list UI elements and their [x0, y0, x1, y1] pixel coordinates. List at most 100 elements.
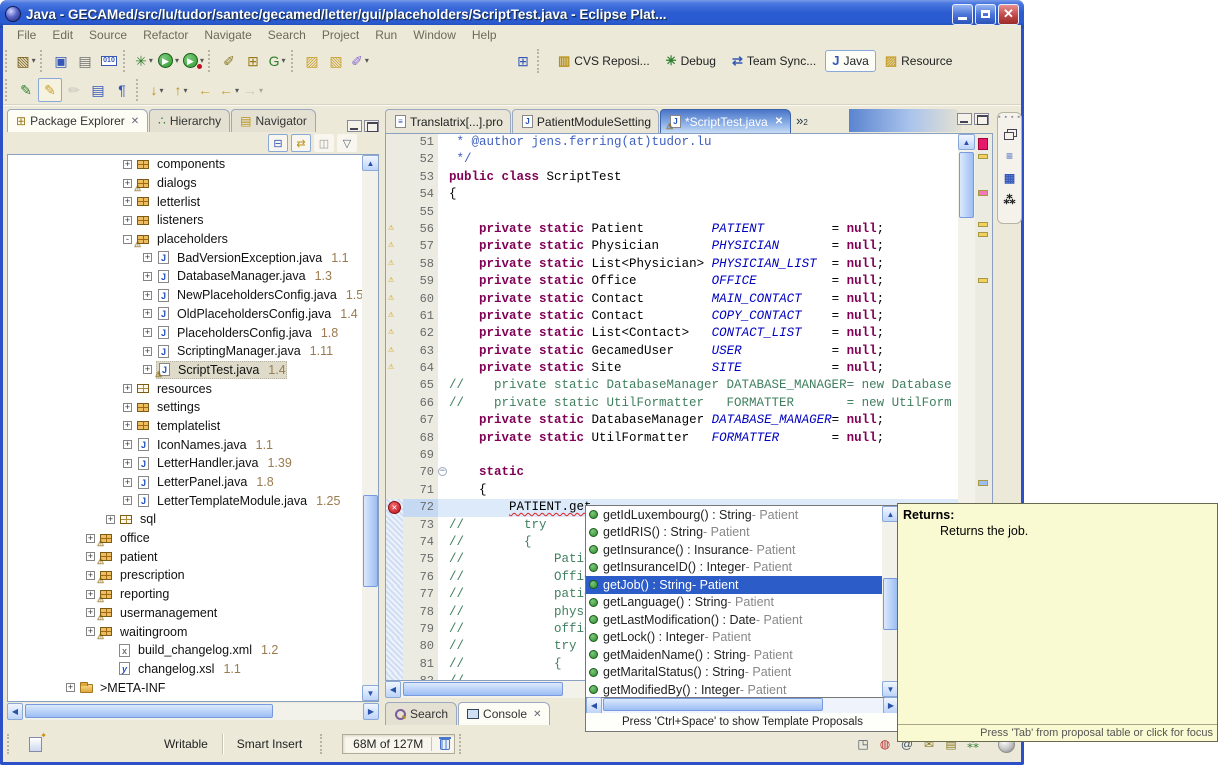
next-annotation-button[interactable]: ↓▾ — [145, 78, 169, 102]
warning-gutter-icon[interactable]: ⚠ — [388, 258, 394, 270]
proposal-getModifiedBy[interactable]: getModifiedBy() : Integer - Patient — [586, 681, 899, 698]
collapse-icon[interactable]: - — [123, 235, 132, 244]
close-button[interactable]: ✕ — [998, 4, 1019, 25]
tree-item-office[interactable]: +⚠office — [8, 529, 378, 548]
editor-tab-scripttest[interactable]: J⚠*ScriptTest.java✕ — [660, 109, 791, 133]
tab-search[interactable]: Search — [385, 702, 457, 725]
collapse-all-button[interactable]: ⊟ — [268, 134, 288, 152]
expand-icon[interactable]: + — [123, 384, 132, 393]
menu-navigate[interactable]: Navigate — [196, 26, 259, 44]
scroll-thumb[interactable] — [883, 578, 898, 630]
perspective-team[interactable]: ⇄Team Sync... — [725, 50, 823, 72]
new-wizard-button[interactable]: ▧▾ — [14, 49, 38, 73]
tree-item-reporting[interactable]: +⚠reporting — [8, 585, 378, 604]
run-button[interactable]: ▶▾ — [156, 49, 181, 73]
restore-tray-icon[interactable]: ◳ — [854, 735, 872, 753]
expand-icon[interactable]: + — [123, 160, 132, 169]
expand-icon[interactable]: + — [143, 347, 152, 356]
fast-view-pin-icon[interactable] — [29, 737, 42, 752]
last-edit-button[interactable]: ✎ — [14, 78, 38, 102]
expand-icon[interactable]: + — [123, 440, 132, 449]
problem-badge-icon[interactable]: ◍ — [876, 735, 894, 753]
proposal-getJob[interactable]: getJob() : String - Patient — [586, 576, 899, 594]
warning-gutter-icon[interactable]: ⚠ — [388, 327, 394, 339]
minimize-view-button[interactable] — [957, 113, 972, 125]
expand-icon[interactable]: + — [143, 253, 152, 262]
scroll-left-button[interactable]: ◀ — [385, 681, 401, 698]
show-source-button[interactable]: ▤ — [86, 78, 110, 102]
tab-console[interactable]: Console✕ — [458, 702, 550, 725]
tree-item-patient[interactable]: +⚠patient — [8, 547, 378, 566]
menu-source[interactable]: Source — [81, 26, 135, 44]
tree-item-iconnames-java[interactable]: +JIconNames.java1.1 — [8, 435, 378, 454]
expand-icon[interactable]: + — [86, 552, 95, 561]
warning-gutter-icon[interactable]: ⚠ — [388, 240, 394, 252]
close-tab-icon[interactable]: ✕ — [533, 709, 541, 720]
warning-mark[interactable] — [978, 154, 988, 159]
expand-icon[interactable]: + — [123, 496, 132, 505]
tree-item-letterlist[interactable]: +letterlist — [8, 192, 378, 211]
menu-run[interactable]: Run — [367, 26, 405, 44]
restore-view-icon[interactable] — [1001, 125, 1019, 143]
warning-mark[interactable] — [978, 278, 988, 283]
print-button[interactable]: ▤ — [73, 49, 97, 73]
warning-mark[interactable] — [978, 222, 988, 227]
scroll-thumb[interactable] — [959, 152, 974, 218]
warning-gutter-icon[interactable]: ⚠ — [388, 362, 394, 374]
scroll-down-button[interactable]: ▼ — [362, 685, 379, 701]
show-whitespace-button[interactable]: ¶ — [110, 78, 134, 102]
tree-item-newplaceholdersconfig-java[interactable]: +JNewPlaceholdersConfig.java1.5 — [8, 286, 378, 305]
tab-package-explorer[interactable]: ⊞Package Explorer✕ — [7, 109, 148, 132]
warning-gutter-icon[interactable]: ⚠ — [388, 275, 394, 287]
tree-item-placeholders[interactable]: -⚠placeholders — [8, 230, 378, 249]
back-button[interactable]: ←▾ — [217, 78, 241, 102]
expand-icon[interactable]: + — [86, 590, 95, 599]
close-tab-icon[interactable]: ✕ — [131, 116, 139, 127]
minimize-button[interactable] — [952, 4, 973, 25]
expand-icon[interactable]: + — [123, 197, 132, 206]
scroll-up-button[interactable]: ▲ — [362, 155, 379, 171]
scroll-up-button[interactable]: ▲ — [958, 134, 975, 150]
generate-button[interactable]: G▾ — [265, 49, 289, 73]
minimize-view-button[interactable] — [347, 120, 362, 132]
tree-item-placeholdersconfig-java[interactable]: +JPlaceholdersConfig.java1.8 — [8, 323, 378, 342]
tree-item-dialogs[interactable]: +⚠dialogs — [8, 174, 378, 193]
new-java-class-button[interactable]: ✐ — [217, 49, 241, 73]
tree-item-databasemanager-java[interactable]: +JDatabaseManager.java1.3 — [8, 267, 378, 286]
tree-item-waitingroom[interactable]: +⚠waitingroom — [8, 622, 378, 641]
tab-navigator[interactable]: ▤Navigator — [231, 109, 316, 132]
open-resource-button[interactable]: ▧ — [324, 49, 348, 73]
proposal-getInsuranceID[interactable]: getInsuranceID() : Integer - Patient — [586, 559, 899, 577]
task-mark[interactable] — [978, 190, 988, 196]
tree-item-changelog-xsl[interactable]: ychangelog.xsl1.1 — [8, 660, 378, 679]
menu-window[interactable]: Window — [405, 26, 464, 44]
link-with-editor-button[interactable]: ⇄ — [291, 134, 311, 152]
proposal-getMaritalStatus[interactable]: getMaritalStatus() : String - Patient — [586, 664, 899, 682]
run-coverage-button[interactable]: ▶▾ — [181, 49, 206, 73]
view-menu-button[interactable]: ▽ — [337, 134, 357, 152]
tree-item-scripttest-java[interactable]: +J⚠ScriptTest.java1.4 — [8, 361, 378, 380]
fold-collapse-icon[interactable]: − — [438, 467, 447, 476]
tree-item-oldplaceholdersconfig-java[interactable]: +JOldPlaceholdersConfig.java1.4 — [8, 305, 378, 324]
scroll-left-button[interactable]: ◀ — [7, 703, 23, 720]
scroll-thumb[interactable] — [25, 704, 273, 718]
editor-tab-patientmodulesetting[interactable]: JPatientModuleSetting — [512, 109, 659, 133]
tree-item-usermanagement[interactable]: +⚠usermanagement — [8, 604, 378, 623]
view-filters-button[interactable]: ◫ — [314, 134, 334, 152]
expand-icon[interactable]: + — [123, 478, 132, 487]
expand-icon[interactable]: + — [143, 365, 152, 374]
perspective-cvs[interactable]: ▥CVS Reposi... — [551, 50, 657, 72]
expand-icon[interactable]: + — [143, 291, 152, 300]
tree-item-letterhandler-java[interactable]: +JLetterHandler.java1.39 — [8, 454, 378, 473]
expand-icon[interactable]: + — [86, 627, 95, 636]
debug-button[interactable]: ✳▾ — [132, 49, 156, 73]
tree-vertical-scrollbar[interactable]: ▲ ▼ — [362, 155, 379, 701]
open-type-button[interactable]: ▨ — [300, 49, 324, 73]
outline-view-icon[interactable]: ≡ — [1001, 147, 1019, 165]
occurrence-mark[interactable] — [978, 480, 988, 486]
editor-tab-translatrix[interactable]: ≡Translatrix[...].pro — [385, 109, 511, 133]
mark-occurrences-button[interactable]: ✎ — [38, 78, 62, 102]
menu-project[interactable]: Project — [314, 26, 367, 44]
last-edit-location-button[interactable]: ← — [193, 78, 217, 102]
perspective-java[interactable]: JJava — [825, 50, 876, 72]
